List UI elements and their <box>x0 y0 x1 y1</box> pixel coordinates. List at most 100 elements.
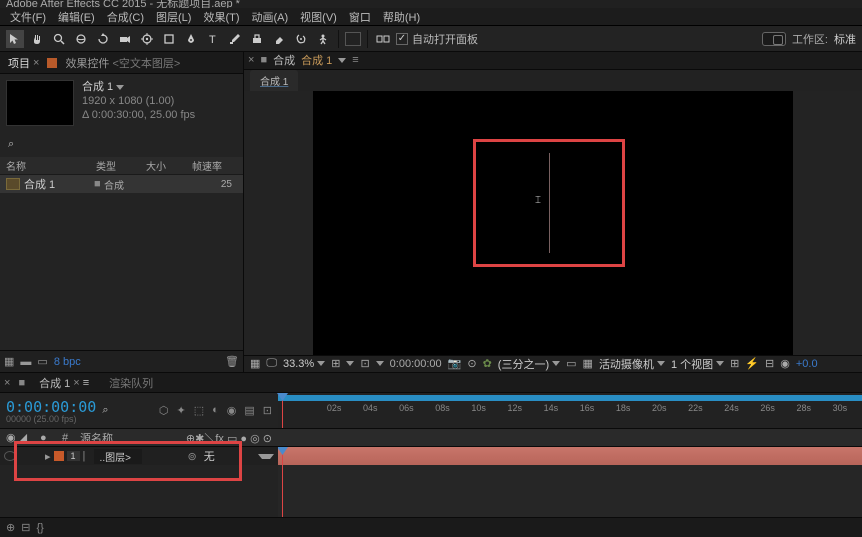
timeline-comp-tab[interactable]: 合成 1 × ≡ <box>33 373 95 393</box>
search-icon[interactable]: ⌕ <box>102 404 108 417</box>
camera-tool[interactable] <box>116 30 134 48</box>
workspace-dropdown[interactable]: 标准 <box>834 31 856 47</box>
channel-icon[interactable]: ✿ <box>483 357 492 370</box>
project-tab[interactable]: 项目 × <box>4 53 43 73</box>
toggle-transform-icon[interactable]: {} <box>36 522 43 534</box>
exposure-value[interactable]: +0.0 <box>796 358 818 370</box>
folder-icon[interactable]: ▬ <box>20 356 31 368</box>
menu-layer[interactable]: 图层(L) <box>150 9 197 25</box>
col-name[interactable]: 名称 <box>0 158 90 173</box>
col-source-name[interactable]: 源名称 <box>80 430 113 446</box>
layer-color-icon[interactable] <box>54 451 64 461</box>
viewer-comp-name[interactable]: 合成 1 <box>301 52 332 68</box>
menu-file[interactable]: 文件(F) <box>4 9 52 25</box>
motion-blur-icon[interactable]: ◉ <box>227 404 237 417</box>
flowchart-icon[interactable]: ◉ <box>780 357 790 370</box>
expand-icon[interactable]: ▸ <box>45 450 51 463</box>
monitor-icon[interactable]: 🖵 <box>266 357 277 370</box>
search-icon[interactable]: ⌕ <box>8 138 14 150</box>
parent-dropdown-icon[interactable] <box>258 454 274 459</box>
layer-row[interactable]: ▸ 1 | ..图层> ⊚ 无 <box>0 447 278 465</box>
col-type[interactable]: 类型 <box>90 158 140 173</box>
timecode-display[interactable]: 0:00:00:00 <box>390 358 442 370</box>
menu-animation[interactable]: 动画(A) <box>246 9 295 25</box>
mask-icon[interactable]: ⊡ <box>360 357 369 370</box>
layer-duration-bar[interactable] <box>278 447 862 465</box>
project-item-row[interactable]: 合成 1 ■ 合成 25 <box>0 175 243 193</box>
pen-tool[interactable] <box>182 30 200 48</box>
shy-icon[interactable]: ⬚ <box>194 404 204 417</box>
toolbar-divider <box>338 30 339 48</box>
roto-tool[interactable] <box>292 30 310 48</box>
zoom-dropdown[interactable]: 33.3% <box>283 358 325 370</box>
menu-edit[interactable]: 编辑(E) <box>52 9 101 25</box>
resolution-dropdown[interactable]: (三分之一) <box>498 356 560 372</box>
playhead[interactable] <box>282 393 283 428</box>
graph-editor-icon[interactable]: ▤ <box>244 404 254 417</box>
dropdown-icon[interactable] <box>116 85 124 90</box>
puppet-tool[interactable] <box>314 30 332 48</box>
composition-thumbnail[interactable] <box>6 80 74 126</box>
snapshot-icon[interactable]: 📷 <box>448 357 462 370</box>
menu-help[interactable]: 帮助(H) <box>377 9 426 25</box>
timecode-display[interactable]: 0:00:00:00 00000 (25.00 fps) <box>6 398 96 424</box>
panel-menu-icon[interactable]: ≡ <box>352 54 358 66</box>
transparency-icon[interactable]: ▦ <box>583 357 593 370</box>
grid-icon[interactable]: ⊞ <box>331 357 340 370</box>
effects-tab[interactable]: 效果控件 <空文本图层> <box>61 53 184 73</box>
pan-behind-tool[interactable] <box>138 30 156 48</box>
text-tool[interactable]: T <box>204 30 222 48</box>
layer-name[interactable]: ..图层> <box>94 449 142 464</box>
fast-preview-icon[interactable]: ⚡ <box>745 357 759 370</box>
auto-open-label: 自动打开面板 <box>412 31 478 47</box>
toggle-switches-icon[interactable]: ⊕ <box>6 521 15 534</box>
trash-icon[interactable]: 🗑 <box>225 355 239 368</box>
rotation-tool[interactable] <box>94 30 112 48</box>
close-icon[interactable]: × <box>33 57 39 69</box>
clone-tool[interactable] <box>248 30 266 48</box>
zoom-tool[interactable] <box>50 30 68 48</box>
auto-open-checkbox[interactable]: ✓ <box>396 33 408 45</box>
hand-tool[interactable] <box>28 30 46 48</box>
composition-canvas[interactable]: ⌶ <box>313 91 793 355</box>
viewer-subtab[interactable]: 合成 1 <box>250 70 298 91</box>
show-snapshot-icon[interactable]: ⊙ <box>467 357 476 370</box>
project-panel: 项目 × 效果控件 <空文本图层> 合成 1 1920 x 1080 (1.00… <box>0 52 244 372</box>
menu-view[interactable]: 视图(V) <box>294 9 343 25</box>
comp-mini-flowchart-icon[interactable]: ⬡ <box>159 404 169 417</box>
menu-window[interactable]: 窗口 <box>343 9 377 25</box>
parent-none[interactable]: 无 <box>204 448 215 464</box>
render-queue-tab[interactable]: 渲染队列 <box>103 373 159 393</box>
camera-dropdown[interactable]: 活动摄像机 <box>599 356 665 372</box>
snapping-icon[interactable] <box>374 30 392 48</box>
menu-effect[interactable]: 效果(T) <box>197 9 245 25</box>
col-fps[interactable]: 帧速率 <box>186 158 228 173</box>
orbit-tool[interactable] <box>72 30 90 48</box>
brainstorm-icon[interactable]: ⊡ <box>263 404 272 417</box>
roi-icon[interactable]: ▭ <box>566 357 576 370</box>
timeline-icon[interactable]: ⊟ <box>765 357 774 370</box>
col-size[interactable]: 大小 <box>140 158 186 173</box>
eraser-tool[interactable] <box>270 30 288 48</box>
new-comp-icon[interactable]: ▭ <box>37 355 47 368</box>
always-preview-icon[interactable]: ▦ <box>250 357 260 370</box>
pixel-aspect-icon[interactable]: ⊞ <box>730 357 739 370</box>
brush-tool[interactable] <box>226 30 244 48</box>
dropdown-icon[interactable] <box>338 58 346 63</box>
toggle-modes-icon[interactable]: ⊟ <box>21 521 30 534</box>
interpret-icon[interactable]: ▦ <box>4 355 14 368</box>
layer-options-icon[interactable]: ⊚ <box>188 450 197 463</box>
selection-tool[interactable] <box>6 30 24 48</box>
close-icon[interactable]: × <box>4 377 10 389</box>
draft3d-icon[interactable]: ✦ <box>176 404 185 417</box>
frame-blend-icon[interactable]: ◐ <box>212 404 219 417</box>
time-ruler[interactable]: 02s04s06s08s10s12s14s16s18s20s22s24s26s2… <box>278 393 862 428</box>
view-layout-dropdown[interactable]: 1 个视图 <box>671 356 724 372</box>
timeline-tracks[interactable] <box>278 447 862 517</box>
menu-composition[interactable]: 合成(C) <box>101 9 150 25</box>
shape-tool[interactable] <box>160 30 178 48</box>
bpc-button[interactable]: 8 bpc <box>54 356 81 368</box>
color-swatch[interactable] <box>345 32 361 46</box>
visibility-icon[interactable] <box>4 451 16 461</box>
close-icon[interactable]: × <box>248 54 254 66</box>
